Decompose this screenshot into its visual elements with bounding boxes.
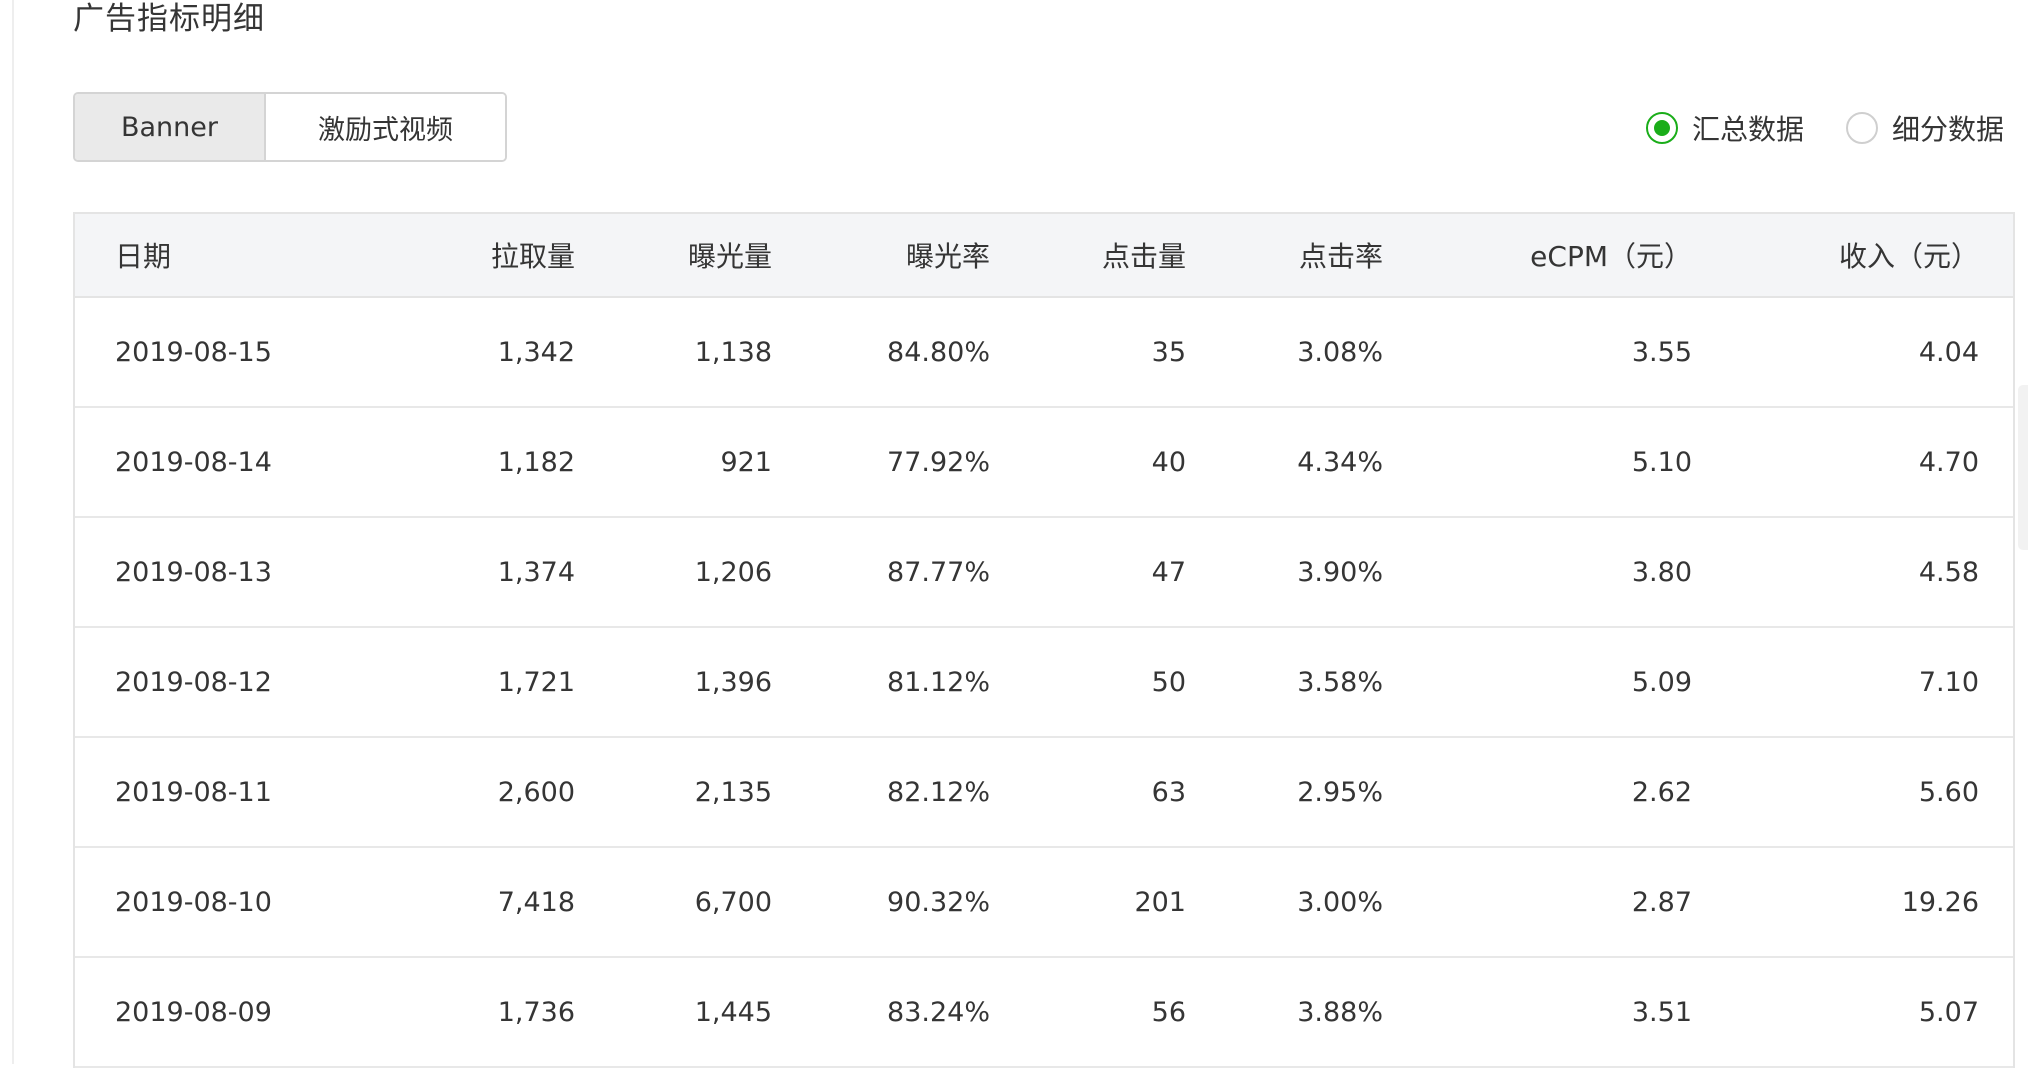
cell-ctr: 4.34% xyxy=(1297,446,1383,478)
cell-clicks: 47 xyxy=(1151,556,1186,588)
cell-ecpm: 3.51 xyxy=(1631,996,1692,1028)
cell-date: 2019-08-13 xyxy=(115,556,272,588)
left-divider xyxy=(12,0,14,1064)
cell-clicks: 63 xyxy=(1151,776,1186,808)
cell-revenue: 4.70 xyxy=(1918,446,1979,478)
data-mode-radio-group: 汇总数据 细分数据 xyxy=(1604,108,2004,148)
cell-date: 2019-08-12 xyxy=(115,666,272,698)
cell-clicks: 56 xyxy=(1151,996,1186,1028)
cell-revenue: 4.58 xyxy=(1918,556,1979,588)
table-row: 2019-08-15 1,342 1,138 84.80% 35 3.08% 3… xyxy=(75,298,2013,408)
cell-impressions: 921 xyxy=(720,446,772,478)
cell-date: 2019-08-10 xyxy=(115,886,272,918)
cell-ecpm: 5.10 xyxy=(1631,446,1692,478)
cell-date: 2019-08-09 xyxy=(115,996,272,1028)
cell-revenue: 5.60 xyxy=(1918,776,1979,808)
cell-ctr: 3.00% xyxy=(1297,886,1383,918)
column-header-impression-rate: 曝光率 xyxy=(905,240,990,273)
cell-clicks: 40 xyxy=(1151,446,1186,478)
cell-ecpm: 3.55 xyxy=(1631,336,1692,368)
cell-date: 2019-08-11 xyxy=(115,776,272,808)
page-title: 广告指标明细 xyxy=(73,1,265,37)
column-header-requests: 拉取量 xyxy=(490,240,575,273)
cell-revenue: 4.04 xyxy=(1918,336,1979,368)
radio-summary-data[interactable]: 汇总数据 xyxy=(1645,108,1804,148)
radio-detail-data[interactable]: 细分数据 xyxy=(1845,108,2004,148)
cell-clicks: 35 xyxy=(1151,336,1186,368)
column-header-ecpm: eCPM（元） xyxy=(1530,240,1692,273)
column-header-revenue: 收入（元） xyxy=(1838,240,1979,273)
table-header-row: 日期 拉取量 曝光量 曝光率 点击量 点击率 eCPM（元） 收入（元） xyxy=(75,214,2013,298)
radio-label: 细分数据 xyxy=(1891,113,2004,146)
cell-impressions: 1,445 xyxy=(694,996,772,1028)
cell-requests: 1,736 xyxy=(497,996,575,1028)
table-row: 2019-08-12 1,721 1,396 81.12% 50 3.58% 5… xyxy=(75,628,2013,738)
column-header-clicks: 点击量 xyxy=(1101,240,1186,273)
cell-revenue: 19.26 xyxy=(1901,886,1979,918)
cell-impressions: 1,396 xyxy=(694,666,772,698)
cell-ecpm: 3.80 xyxy=(1631,556,1692,588)
cell-impression-rate: 81.12% xyxy=(887,666,990,698)
ad-type-tabs: Banner 激励式视频 xyxy=(73,92,507,162)
cell-impressions: 6,700 xyxy=(694,886,772,918)
table-row: 2019-08-09 1,736 1,445 83.24% 56 3.88% 3… xyxy=(75,958,2013,1068)
cell-clicks: 201 xyxy=(1134,886,1186,918)
cell-impressions: 2,135 xyxy=(694,776,772,808)
cell-requests: 2,600 xyxy=(497,776,575,808)
cell-requests: 1,721 xyxy=(497,666,575,698)
cell-requests: 7,418 xyxy=(497,886,575,918)
cell-ctr: 3.90% xyxy=(1297,556,1383,588)
radio-checked-icon[interactable] xyxy=(1645,112,1678,144)
cell-ecpm: 5.09 xyxy=(1631,666,1692,698)
cell-impression-rate: 87.77% xyxy=(887,556,990,588)
cell-ctr: 3.58% xyxy=(1297,666,1383,698)
cell-ctr: 3.88% xyxy=(1297,996,1383,1028)
cell-requests: 1,342 xyxy=(497,336,575,368)
table-row: 2019-08-11 2,600 2,135 82.12% 63 2.95% 2… xyxy=(75,738,2013,848)
cell-impression-rate: 77.92% xyxy=(887,446,990,478)
tab-banner[interactable]: Banner xyxy=(75,94,264,160)
cell-date: 2019-08-14 xyxy=(115,446,272,478)
cell-impressions: 1,138 xyxy=(694,336,772,368)
cell-requests: 1,374 xyxy=(497,556,575,588)
cell-ecpm: 2.87 xyxy=(1631,886,1692,918)
cell-requests: 1,182 xyxy=(497,446,575,478)
table-row: 2019-08-10 7,418 6,700 90.32% 201 3.00% … xyxy=(75,848,2013,958)
cell-date: 2019-08-15 xyxy=(115,336,272,368)
table-row: 2019-08-13 1,374 1,206 87.77% 47 3.90% 3… xyxy=(75,518,2013,628)
scrollbar-handle[interactable] xyxy=(2018,385,2028,550)
ad-metrics-table: 日期 拉取量 曝光量 曝光率 点击量 点击率 eCPM（元） 收入（元） 201… xyxy=(73,212,2015,1068)
column-header-ctr: 点击率 xyxy=(1298,240,1383,273)
radio-unchecked-icon[interactable] xyxy=(1845,112,1878,144)
cell-clicks: 50 xyxy=(1151,666,1186,698)
cell-revenue: 7.10 xyxy=(1918,666,1979,698)
cell-impression-rate: 83.24% xyxy=(887,996,990,1028)
column-header-impressions: 曝光量 xyxy=(687,240,772,273)
radio-label: 汇总数据 xyxy=(1691,113,1804,146)
cell-ctr: 2.95% xyxy=(1297,776,1383,808)
cell-revenue: 5.07 xyxy=(1918,996,1979,1028)
cell-impression-rate: 82.12% xyxy=(887,776,990,808)
cell-impressions: 1,206 xyxy=(694,556,772,588)
cell-ctr: 3.08% xyxy=(1297,336,1383,368)
tab-rewarded-video[interactable]: 激励式视频 xyxy=(264,94,505,160)
cell-impression-rate: 84.80% xyxy=(887,336,990,368)
column-header-date: 日期 xyxy=(115,240,172,273)
cell-impression-rate: 90.32% xyxy=(887,886,990,918)
cell-ecpm: 2.62 xyxy=(1631,776,1692,808)
table-row: 2019-08-14 1,182 921 77.92% 40 4.34% 5.1… xyxy=(75,408,2013,518)
